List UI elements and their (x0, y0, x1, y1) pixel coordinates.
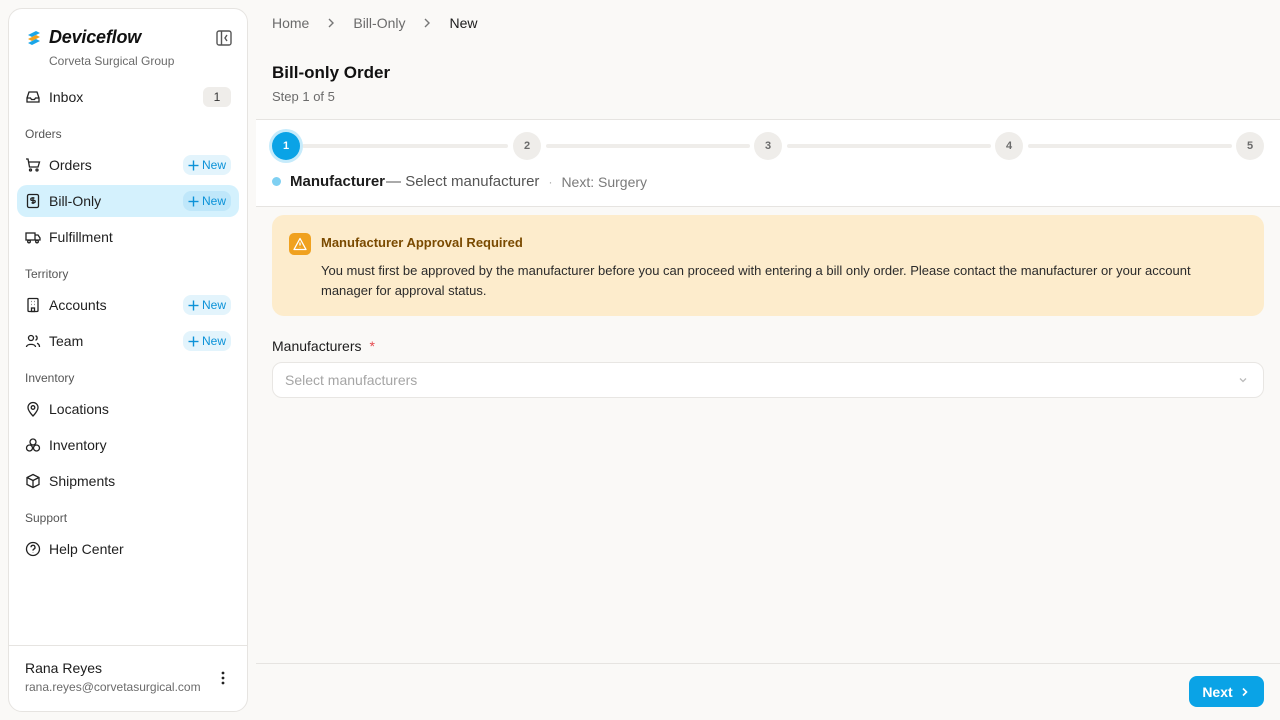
step-connector (787, 144, 991, 148)
manufacturers-label: Manufacturers * (272, 338, 375, 354)
step-name: Manufacturer (290, 173, 386, 190)
alert-triangle-icon (289, 233, 311, 255)
sidebar-item-label: Inventory (49, 437, 107, 453)
manufacturers-label-text: Manufacturers (272, 338, 362, 354)
sidebar-item-inventory[interactable]: Inventory (17, 429, 239, 461)
more-vertical-icon[interactable] (215, 670, 231, 686)
deviceflow-logo-icon (28, 30, 40, 45)
collapse-sidebar-icon[interactable] (215, 29, 233, 47)
new-label: New (201, 158, 226, 172)
page-subtitle: Step 1 of 5 (272, 89, 335, 104)
package-icon (26, 473, 40, 489)
step-connector (546, 144, 750, 148)
sidebar-item-label: Fulfillment (49, 229, 113, 245)
user-name: Rana Reyes (25, 660, 103, 676)
breadcrumb-bill-only[interactable]: Bill-Only (353, 15, 405, 31)
new-label: New (201, 298, 226, 312)
sidebar-item-label: Team (49, 333, 84, 349)
plus-icon (188, 160, 199, 170)
sidebar-item-label: Orders (49, 157, 92, 173)
sidebar-nav: Inbox 1 Orders Orders New Bill-Only New (9, 81, 247, 645)
sidebar-item-orders[interactable]: Orders New (17, 149, 239, 181)
sidebar-item-label: Help Center (49, 541, 124, 557)
stepper: 1 2 3 4 5 Manufacturer — Select manufact… (256, 120, 1280, 206)
bill-icon (26, 193, 40, 209)
next-button[interactable]: Next (1189, 676, 1264, 707)
new-bill-only-button[interactable]: New (182, 191, 231, 211)
plus-icon (188, 196, 199, 206)
sidebar-item-accounts[interactable]: Accounts New (17, 289, 239, 321)
plus-icon (188, 336, 199, 346)
new-order-button[interactable]: New (182, 155, 231, 175)
sidebar-item-help-center[interactable]: Help Center (17, 533, 239, 565)
step-description: — Select manufacturer (386, 173, 540, 190)
step-3[interactable]: 3 (754, 132, 782, 160)
sidebar-item-inbox[interactable]: Inbox 1 (17, 81, 239, 113)
chevron-right-icon (1242, 687, 1248, 696)
sidebar-item-label: Bill-Only (49, 193, 102, 209)
sidebar-item-fulfillment[interactable]: Fulfillment (17, 221, 239, 253)
breadcrumb-current: New (449, 15, 478, 31)
brand-name: Deviceflow (49, 27, 142, 47)
sidebar-item-label: Shipments (49, 473, 116, 489)
step-5[interactable]: 5 (1236, 132, 1264, 160)
sidebar-item-locations[interactable]: Locations (17, 393, 239, 425)
section-label-support: Support (25, 511, 68, 525)
sidebar-item-team[interactable]: Team New (17, 325, 239, 357)
chevron-right-icon (328, 18, 335, 28)
main-content: Home Bill-Only New Bill-only Order Step … (256, 0, 1280, 720)
sidebar-item-bill-only[interactable]: Bill-Only New (17, 185, 239, 217)
approval-warning-alert: Manufacturer Approval Required You must … (272, 215, 1264, 316)
truck-icon (25, 232, 41, 244)
new-label: New (201, 334, 226, 348)
sidebar-item-shipments[interactable]: Shipments (17, 465, 239, 497)
section-label-territory: Territory (25, 267, 69, 281)
user-email: rana.reyes@corvetasurgical.com (25, 680, 201, 694)
current-step-indicator (272, 177, 281, 186)
sidebar: Deviceflow Corveta Surgical Group Inbox … (8, 8, 248, 712)
next-button-label: Next (1202, 683, 1233, 700)
required-asterisk: * (369, 338, 375, 354)
new-account-button[interactable]: New (182, 295, 231, 315)
breadcrumb: Home Bill-Only New (272, 15, 478, 31)
sidebar-item-label: Locations (49, 401, 109, 417)
step-2[interactable]: 2 (513, 132, 541, 160)
step-caption: Manufacturer — Select manufacturer · Nex… (272, 173, 647, 190)
user-profile[interactable]: Rana Reyes rana.reyes@corvetasurgical.co… (9, 645, 247, 711)
manufacturers-select[interactable]: Select manufacturers (272, 362, 1264, 398)
cart-icon (26, 158, 41, 172)
new-team-member-button[interactable]: New (182, 331, 231, 351)
chevron-down-icon (1239, 378, 1247, 383)
map-pin-icon (27, 401, 39, 417)
step-connector (1028, 144, 1232, 148)
section-label-orders: Orders (25, 127, 62, 141)
manufacturers-placeholder: Select manufacturers (285, 372, 418, 388)
page-title: Bill-only Order (272, 63, 391, 82)
plus-icon (188, 300, 199, 310)
new-label: New (201, 194, 226, 208)
boxes-icon (25, 438, 41, 452)
alert-message: You must first be approved by the manufa… (321, 263, 1191, 298)
organization-name: Corveta Surgical Group (49, 54, 175, 68)
step-4[interactable]: 4 (995, 132, 1023, 160)
sidebar-item-label: Inbox (49, 89, 84, 105)
divider (256, 206, 1280, 207)
help-circle-icon (25, 541, 41, 557)
inbox-icon (26, 91, 40, 103)
caption-separator: · (548, 174, 553, 189)
building-icon (27, 297, 39, 313)
sidebar-item-label: Accounts (49, 297, 107, 313)
step-1[interactable]: 1 (272, 132, 300, 160)
breadcrumb-home[interactable]: Home (272, 15, 309, 31)
users-icon (25, 334, 41, 348)
step-connector (302, 144, 508, 148)
section-label-inventory: Inventory (25, 371, 75, 385)
divider (256, 663, 1280, 664)
brand-header: Deviceflow Corveta Surgical Group (9, 9, 247, 81)
next-step-label: Next: Surgery (561, 173, 648, 190)
chevron-right-icon (424, 18, 431, 28)
inbox-count-badge: 1 (203, 87, 231, 107)
alert-title: Manufacturer Approval Required (321, 235, 523, 250)
